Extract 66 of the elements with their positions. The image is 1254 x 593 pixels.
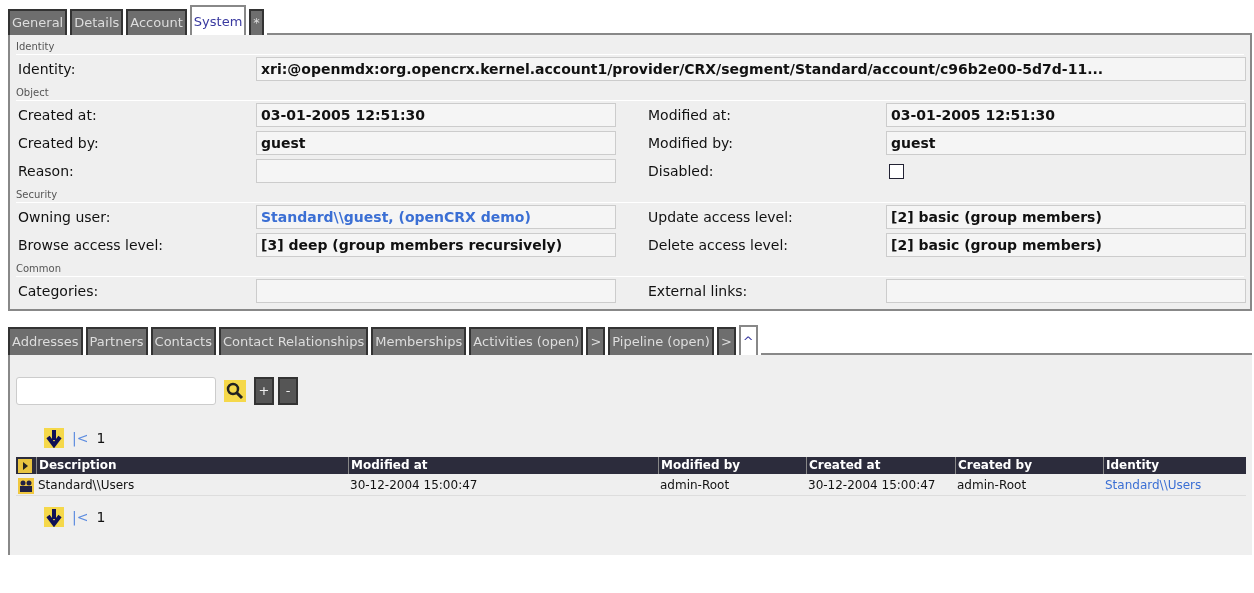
tab[interactable]: Memberships <box>371 327 467 355</box>
tab[interactable]: Details <box>70 9 124 35</box>
tab[interactable]: Activities (open) <box>469 327 584 355</box>
table-cell: 30-12-2004 15:00:47 <box>348 474 658 496</box>
field-value-link[interactable]: Standard\\guest, (openCRX demo) <box>256 205 616 229</box>
down-arrow-icon[interactable] <box>44 428 64 448</box>
field-label: Delete access level: <box>647 235 790 255</box>
field-label: Modified by: <box>647 133 735 153</box>
field-value: [3] deep (group members recursively) <box>256 233 616 257</box>
tab[interactable]: General <box>8 9 68 35</box>
search-icon[interactable] <box>224 380 246 402</box>
column-header[interactable]: Created at <box>806 457 955 474</box>
tab[interactable]: Account <box>126 9 187 35</box>
expand-icon[interactable] <box>18 458 32 473</box>
checkbox[interactable] <box>889 163 904 179</box>
field-value: [2] basic (group members) <box>886 205 1246 229</box>
field-value: guest <box>256 131 616 155</box>
field-value: 03-01-2005 12:51:30 <box>256 103 616 127</box>
table-cell: admin-Root <box>955 474 1103 496</box>
first-page-link[interactable]: |< <box>72 427 89 449</box>
field-value: guest <box>886 131 1246 155</box>
first-page-link[interactable]: |< <box>72 506 89 528</box>
tab[interactable]: * <box>249 9 264 35</box>
tab[interactable]: Contacts <box>150 327 216 355</box>
field-label: Disabled: <box>647 161 715 181</box>
field-label: Created by: <box>17 133 100 153</box>
column-header[interactable]: Identity <box>1103 457 1246 474</box>
page-number: 1 <box>96 507 106 527</box>
field-value: 03-01-2005 12:51:30 <box>886 103 1246 127</box>
section-heading: Common <box>16 259 1244 277</box>
column-header[interactable]: Modified by <box>658 457 806 474</box>
table-cell: admin-Root <box>658 474 806 496</box>
section-heading: Security <box>16 185 1244 203</box>
column-header[interactable]: Created by <box>955 457 1103 474</box>
tab[interactable]: ^ <box>738 325 758 355</box>
field-label: External links: <box>647 281 749 301</box>
tab[interactable]: Contact Relationships <box>218 327 369 355</box>
tab[interactable]: > <box>716 327 736 355</box>
table-cell: 30-12-2004 15:00:47 <box>806 474 955 496</box>
tab[interactable]: System <box>189 5 247 35</box>
section-heading: Object <box>16 83 1244 101</box>
add-button[interactable]: + <box>254 377 274 405</box>
field-label: Identity: <box>17 59 77 79</box>
column-header[interactable]: Modified at <box>348 457 658 474</box>
section-heading: Identity <box>16 37 1244 55</box>
group-icon <box>18 477 34 494</box>
tab[interactable]: Addresses <box>8 327 83 355</box>
table-cell: Standard\\Users <box>36 474 348 496</box>
field-label: Reason: <box>17 161 75 181</box>
tab[interactable]: Partners <box>85 327 148 355</box>
field-value: xri:@openmdx:org.opencrx.kernel.account1/provider/CRX/segment/Standard/account/c96b2e00-5d7d-11... <box>256 57 1246 81</box>
field-label: Created at: <box>17 105 98 125</box>
page-number: 1 <box>96 428 106 448</box>
tab[interactable]: > <box>586 327 606 355</box>
field-label: Owning user: <box>17 207 112 227</box>
down-arrow-icon[interactable] <box>44 507 64 527</box>
search-field[interactable] <box>16 377 216 405</box>
column-header[interactable]: Description <box>36 457 348 474</box>
field-label: Update access level: <box>647 207 794 227</box>
field-label: Browse access level: <box>17 235 165 255</box>
field-label: Modified at: <box>647 105 732 125</box>
tab[interactable]: Pipeline (open) <box>608 327 714 355</box>
table-cell-link[interactable]: Standard\\Users <box>1103 474 1246 496</box>
field-label: Categories: <box>17 281 100 301</box>
field-value: [2] basic (group members) <box>886 233 1246 257</box>
remove-button[interactable]: - <box>278 377 298 405</box>
